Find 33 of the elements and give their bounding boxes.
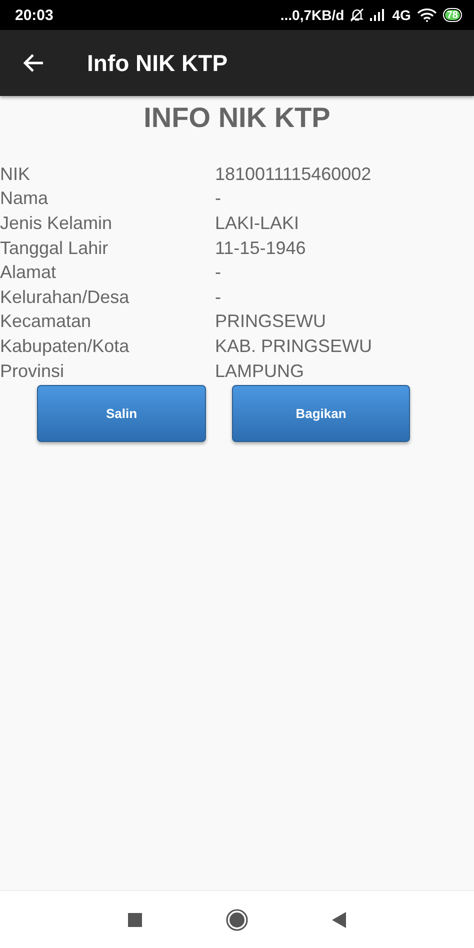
back-icon[interactable]: [332, 912, 346, 928]
signal-icon: [370, 9, 386, 21]
field-value: PRINGSEWU: [215, 311, 326, 332]
field-value: KAB. PRINGSEWU: [215, 336, 372, 357]
wifi-icon: [416, 8, 437, 22]
home-icon[interactable]: [226, 908, 248, 930]
muted-bell-icon: [350, 8, 364, 22]
field-label: Kelurahan/Desa: [0, 286, 130, 307]
recents-icon[interactable]: [128, 912, 142, 926]
field-value: LAMPUNG: [215, 360, 304, 382]
field-label: Jenis Kelamin: [0, 212, 112, 233]
field-label: Alamat: [0, 262, 56, 282]
app-bar-title: Info NIK KTP: [87, 50, 228, 76]
network-speed: ...0,7KB/d: [280, 7, 344, 23]
share-button[interactable]: Bagikan: [232, 385, 410, 442]
back-arrow-icon[interactable]: [23, 52, 45, 74]
page-heading: INFO NIK KTP: [144, 102, 330, 133]
field-label: NIK: [0, 164, 30, 184]
copy-button[interactable]: Salin: [37, 385, 206, 442]
network-type: 4G: [392, 7, 411, 23]
field-label: Kecamatan: [0, 311, 92, 332]
field-label: Nama: [0, 188, 48, 208]
field-label: Tanggal Lahir: [0, 238, 108, 258]
field-value: 11-15-1946: [215, 238, 306, 259]
status-time: 20:03: [15, 6, 54, 24]
field-label: Kabupaten/Kota: [0, 336, 130, 356]
field-value: -: [215, 188, 221, 210]
field-value: -: [215, 262, 221, 284]
field-value: LAKI-LAKI: [215, 212, 300, 234]
field-label: Provinsi: [0, 360, 64, 381]
field-value: -: [215, 286, 221, 308]
field-value: 1810011115460002: [215, 164, 372, 185]
battery-indicator: 78: [442, 8, 462, 22]
